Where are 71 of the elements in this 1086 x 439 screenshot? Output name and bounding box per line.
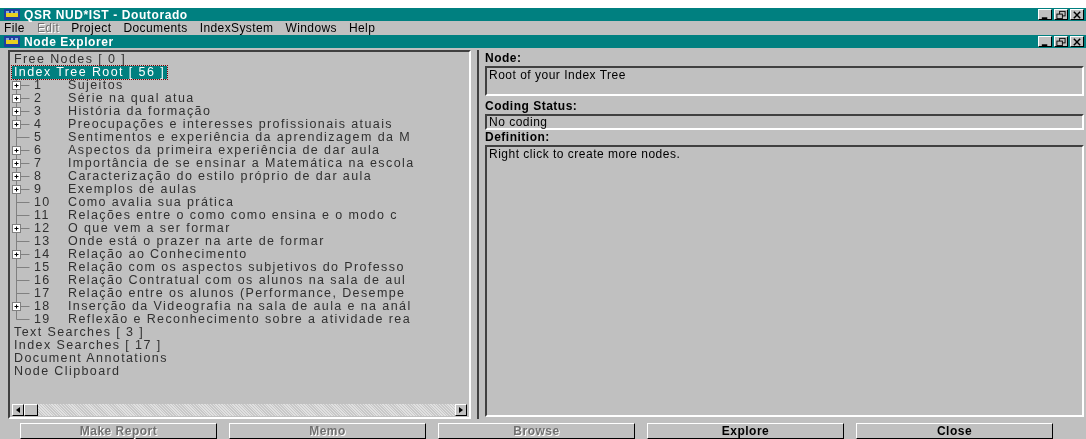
tree-item[interactable]: Série na qual atua [68,92,195,105]
menu-item[interactable]: Project [71,22,112,34]
horizontal-scrollbar[interactable] [12,404,467,416]
node-number: 8 [34,170,44,183]
window-icon [4,36,20,47]
node-number: 14 [34,248,52,261]
tree-item[interactable]: O que vem a ser formar [68,222,231,235]
tree-item[interactable]: Reflexão e Reconhecimento sobre a atividade rea [68,313,412,326]
node-number: 15 [34,261,52,274]
tree-item[interactable]: Index Searches [ 17 ] [12,339,164,352]
definition-field[interactable]: Right click to create more nodes. [485,145,1084,417]
tree-item[interactable]: Exemplos de aulas [68,183,198,196]
tree-item[interactable]: Aspectos da primeira experiência de dar aula [68,144,381,157]
app-icon [4,9,20,20]
tree-item[interactable]: História da formação [68,105,212,118]
node-number: 5 [34,131,44,144]
node-number: 11 [34,209,51,222]
node-number: 6 [34,144,44,157]
tree-item[interactable]: Relação Contratual com os alunos na sala de aul [68,274,407,287]
restore-icon[interactable] [1054,9,1068,20]
window-title: Node Explorer [24,35,114,48]
node-number: 16 [34,274,52,287]
node-number: 9 [34,183,44,196]
node-field[interactable]: Root of your Index Tree [485,66,1084,96]
field-label: Node: [485,50,523,66]
field-label: Coding Status: [485,98,579,114]
menu-item[interactable]: Documents [123,22,188,34]
close-icon[interactable] [1070,9,1084,20]
menu-item[interactable]: Help [348,22,376,34]
tree-item[interactable]: Sujeitos [68,79,124,92]
tree-item[interactable]: Index Tree Root [ 56 ] [12,66,167,79]
tree-item[interactable]: Text Searches [ 3 ] [12,326,147,339]
node-number: 18 [34,300,52,313]
node-number: 10 [34,196,52,209]
minimize-icon[interactable] [1038,9,1052,20]
menu-item[interactable]: Windows [285,22,337,34]
tree-item[interactable]: Preocupações e interesses profissionais atuais [68,118,393,131]
close-icon[interactable] [1070,36,1084,47]
tree-item[interactable]: Caracterização do estilo próprio de dar aula [68,170,373,183]
minimize-icon[interactable] [1038,36,1052,47]
tree-item[interactable]: Sentimentos e experiência da aprendizagem da M [68,131,412,144]
coding-status-field[interactable]: No coding [485,114,1084,130]
scroll-left-icon[interactable] [12,404,24,416]
tree-item[interactable]: Relação com os aspectos subjetivos do Professo [68,261,405,274]
tree-item[interactable]: Node Clipboard [12,365,123,378]
node-number: 2 [34,92,44,105]
restore-icon[interactable] [1054,36,1068,47]
tree-item[interactable]: Relação entre os alunos (Performance, Desempe [68,287,406,300]
tree-item[interactable]: Inserção da Videografia na sala de aula e na anál [68,300,412,313]
menu-item[interactable]: File [4,22,25,34]
node-number: 13 [34,235,52,248]
scroll-thumb[interactable] [24,404,38,416]
field-label: Definition: [485,130,551,145]
dialog-button[interactable]: Close [856,423,1053,439]
node-number: 7 [34,157,44,170]
node-number: 12 [34,222,52,235]
tree-item[interactable]: Como avalia sua prática [68,196,235,209]
window-title: QSR NUD*IST - Doutorado [24,8,188,21]
node-number: 19 [34,313,52,326]
menu-item[interactable]: IndexSystem [199,22,274,34]
tree-item[interactable]: Relação ao Conhecimento [68,248,248,261]
tree-item[interactable]: Importância de se ensinar a Matemática na escola [68,157,415,170]
node-number: 1 [34,79,44,92]
node-number: 3 [34,105,44,118]
tree-item[interactable]: Relações entre o como como ensina e o modo c [68,209,398,222]
node-number: 4 [34,118,44,131]
node-number: 17 [34,287,52,300]
scroll-right-icon[interactable] [455,404,467,416]
tree-item[interactable]: Document Annotations [12,352,170,365]
dialog-button[interactable]: Explore [647,423,844,439]
tree-item[interactable]: Onde está o prazer na arte de formar [68,235,325,248]
